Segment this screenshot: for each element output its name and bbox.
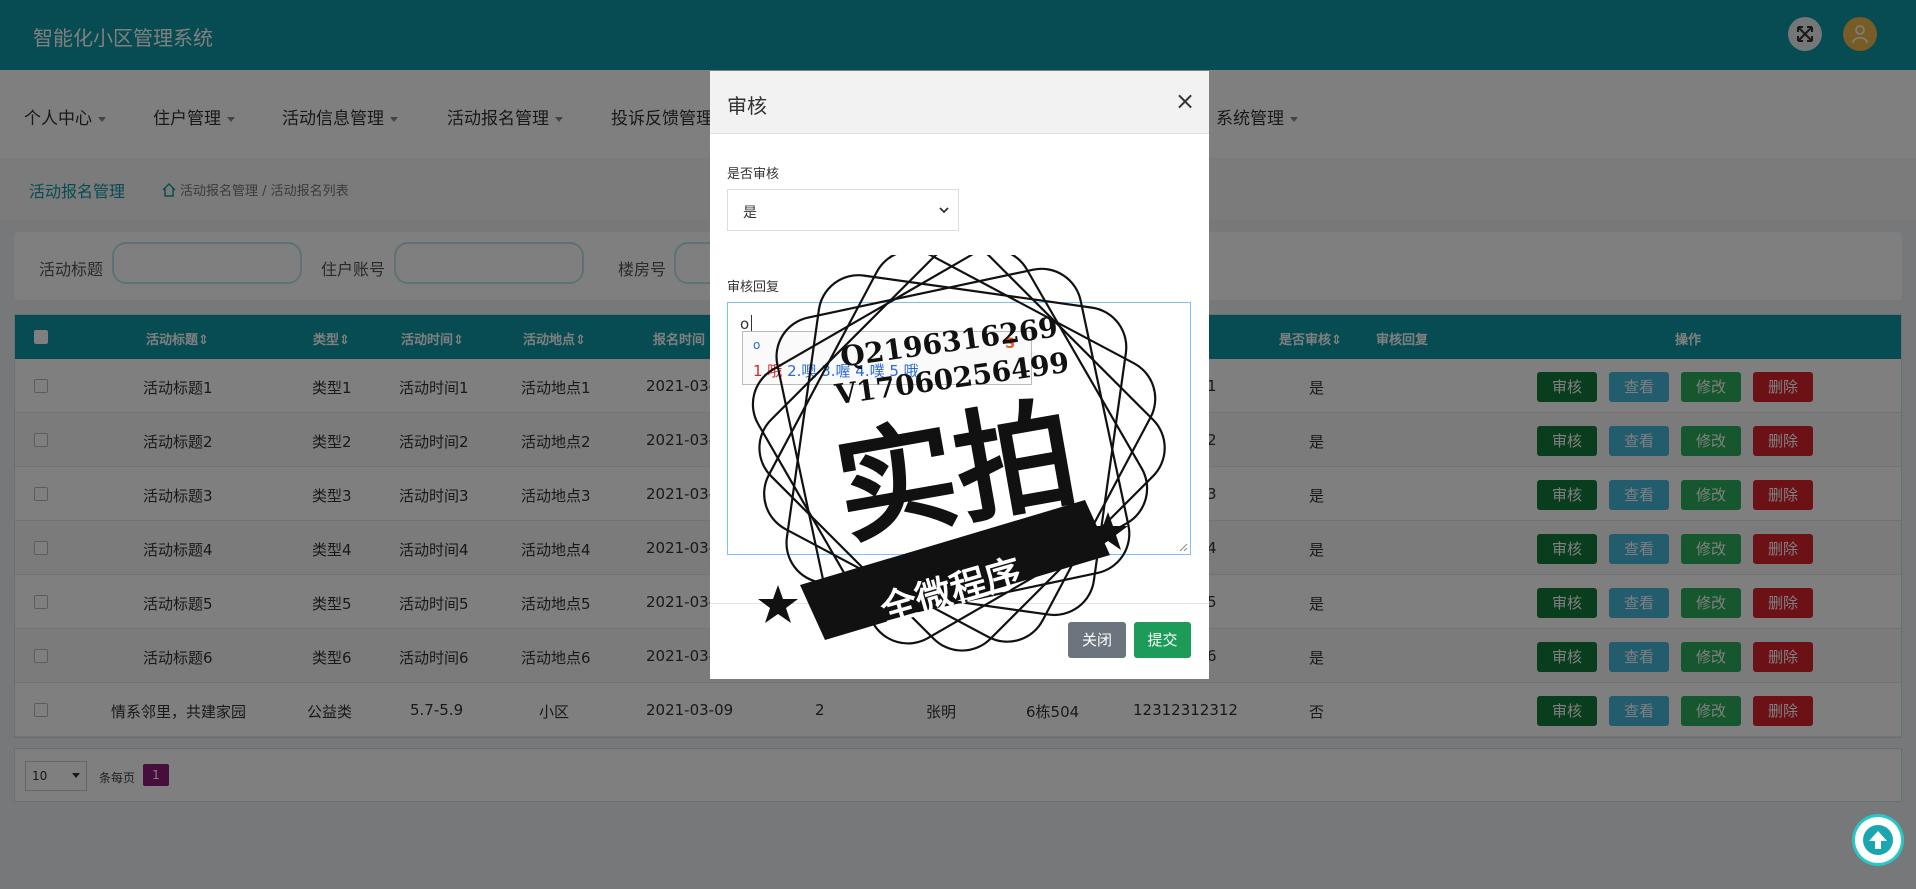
chevron-down-icon	[939, 207, 949, 214]
back-to-top-button[interactable]	[1855, 817, 1901, 863]
modal-title: 审核	[727, 94, 767, 118]
close-icon[interactable]: ×	[1175, 87, 1195, 115]
arrow-up-icon	[1863, 825, 1893, 855]
approved-label: 是否审核	[727, 167, 780, 182]
watermark-stamp: Q2196316269 V17060256499 实拍 全微程序	[751, 255, 1166, 652]
modal-header: 审核 ×	[710, 71, 1209, 134]
approved-select[interactable]: 是	[727, 189, 959, 231]
star-icon	[758, 585, 798, 623]
